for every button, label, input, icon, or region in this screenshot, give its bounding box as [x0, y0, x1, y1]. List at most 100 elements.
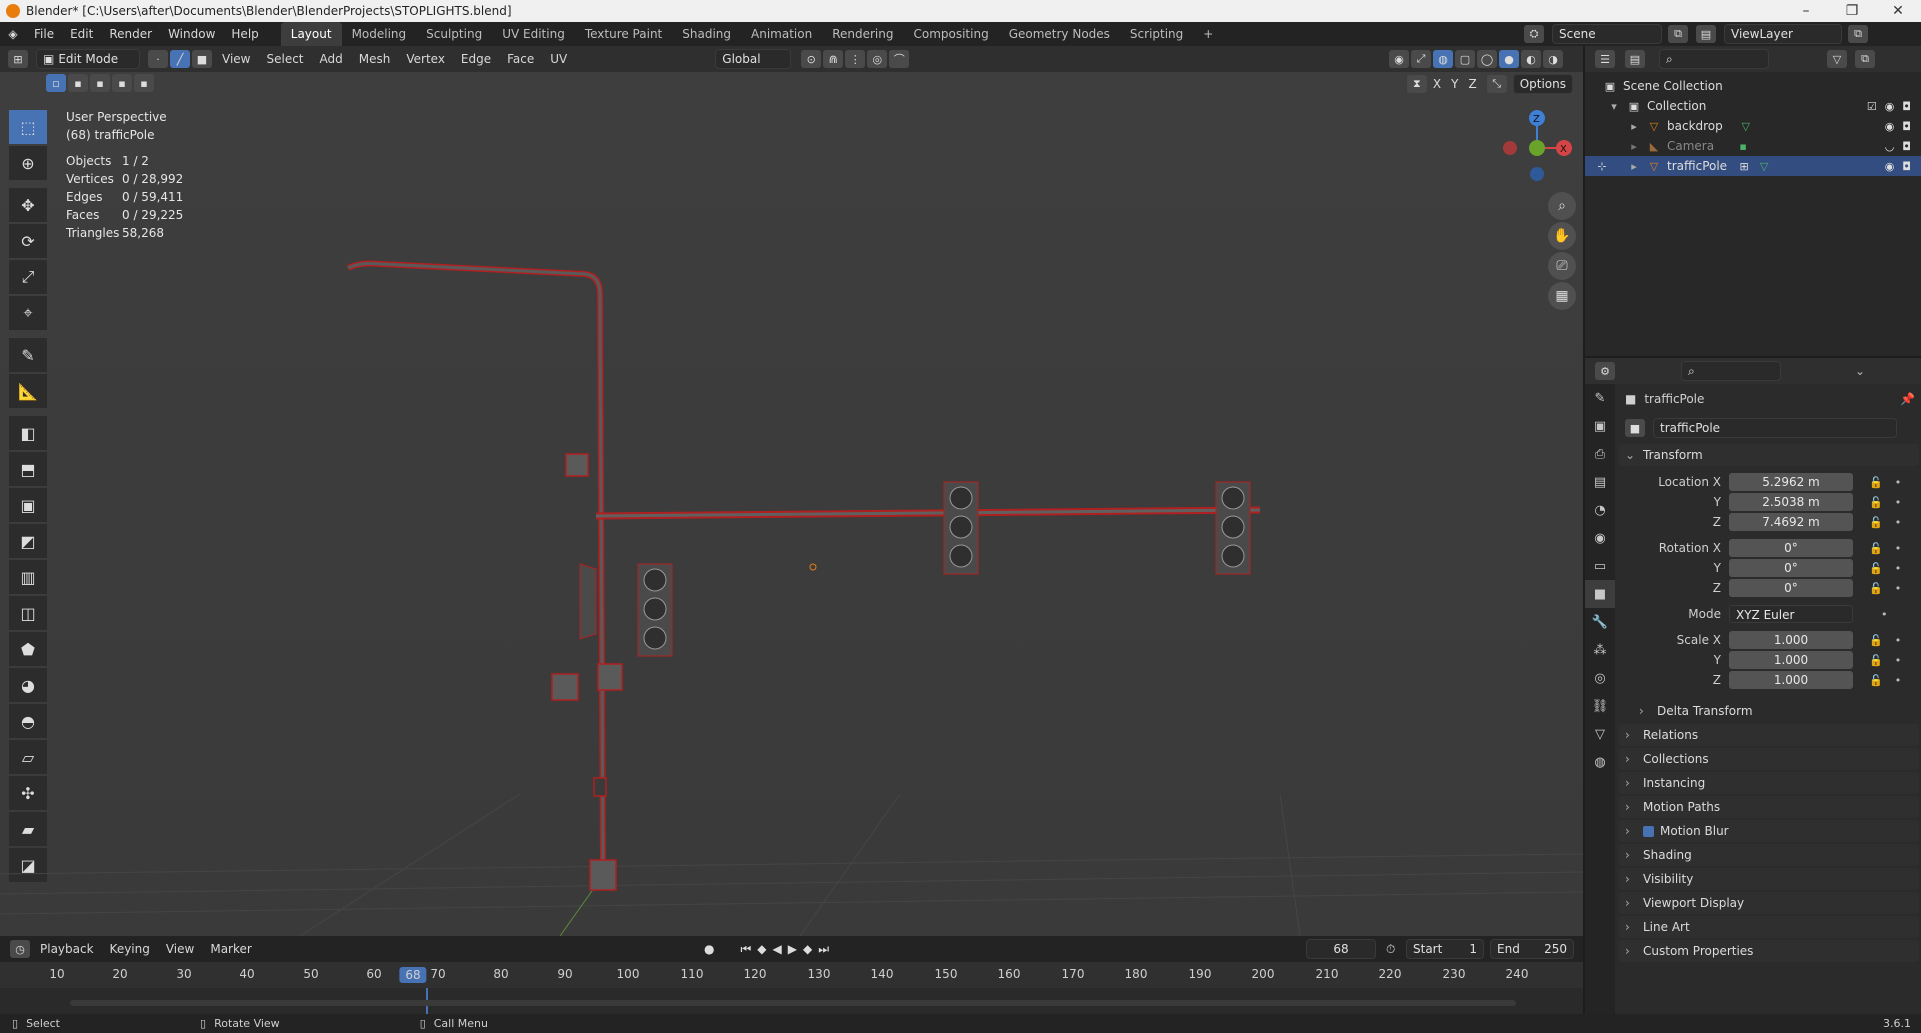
select-intersect-icon[interactable]: ▪	[134, 74, 154, 92]
location-y-field[interactable]: 2.5038 m	[1729, 493, 1853, 511]
menu-mesh[interactable]: Mesh	[351, 52, 399, 66]
modifier-tab-icon[interactable]: 🔧	[1585, 608, 1615, 636]
instancing-panel-header[interactable]: › Instancing	[1619, 772, 1919, 794]
properties-editor-type-icon[interactable]: ⚙	[1595, 362, 1615, 380]
marker-menu[interactable]: Marker	[202, 942, 259, 956]
keyframe-dot-icon[interactable]: •	[1895, 674, 1902, 687]
close-window-button[interactable]: ✕	[1875, 0, 1921, 22]
visibility-panel-header[interactable]: › Visibility	[1619, 868, 1919, 890]
collections-panel-header[interactable]: › Collections	[1619, 748, 1919, 770]
visibility-icon[interactable]: ◉	[1389, 50, 1409, 68]
particles-tab-icon[interactable]: ⁂	[1585, 636, 1615, 664]
keyframe-dot-icon[interactable]: •	[1895, 496, 1902, 509]
minimize-button[interactable]: –	[1783, 0, 1829, 22]
custom-properties-panel-header[interactable]: › Custom Properties	[1619, 940, 1919, 962]
menu-select[interactable]: Select	[258, 52, 311, 66]
tab-modeling[interactable]: Modeling	[342, 22, 417, 46]
select-subtract-icon[interactable]: ▪	[90, 74, 110, 92]
scale-y-field[interactable]: 1.000	[1729, 651, 1853, 669]
auto-keying-icon[interactable]: ●	[704, 942, 714, 956]
snap-target-icon[interactable]: ⋮	[845, 50, 866, 68]
auto-merge-icon[interactable]: ⤡	[1486, 75, 1507, 93]
object-browse-icon[interactable]: ■	[1625, 419, 1645, 437]
mode-selector[interactable]: ▣ Edit Mode	[36, 49, 140, 69]
preview-range-icon[interactable]: ⏱	[1386, 942, 1395, 957]
collection-tab-icon[interactable]: ▭	[1585, 552, 1615, 580]
lock-icon[interactable]: 🔓	[1869, 562, 1883, 575]
menu-add[interactable]: Add	[312, 52, 351, 66]
camera-view-icon[interactable]: ⎚	[1548, 252, 1576, 280]
line-art-panel-header[interactable]: › Line Art	[1619, 916, 1919, 938]
scale-x-field[interactable]: 1.000	[1729, 631, 1853, 649]
tab-sculpting[interactable]: Sculpting	[416, 22, 492, 46]
render-camera-icon[interactable]: ◘	[1902, 140, 1911, 153]
expand-arrow-icon[interactable]: ▸	[1627, 159, 1641, 173]
rotation-mode-dropdown[interactable]: XYZ Euler	[1729, 605, 1853, 623]
filter-icon[interactable]: ▽	[1827, 50, 1847, 68]
timeline-editor-type-icon[interactable]: ◷	[10, 940, 30, 958]
expand-arrow-icon[interactable]: ▸	[1627, 119, 1641, 133]
tab-layout[interactable]: Layout	[280, 22, 342, 46]
properties-options-icon[interactable]: ⌄	[1855, 364, 1865, 378]
timeline-scrollbar[interactable]	[70, 1000, 1516, 1006]
scene-icon[interactable]: ⛭	[1524, 25, 1544, 43]
outliner[interactable]: ☰ ▤ ⌕ ▽ ⧉ ▣ Scene Collection ▾ ▣ Collect…	[1585, 46, 1921, 356]
tab-scripting[interactable]: Scripting	[1120, 22, 1193, 46]
select-new-icon[interactable]: ▫	[46, 74, 66, 92]
render-tab-icon[interactable]: ▣	[1585, 412, 1615, 440]
scale-z-field[interactable]: 1.000	[1729, 671, 1853, 689]
overlays-icon[interactable]: ◍	[1433, 50, 1453, 68]
render-camera-icon[interactable]: ◘	[1902, 100, 1911, 113]
keyframe-dot-icon[interactable]: •	[1895, 582, 1902, 595]
zoom-icon[interactable]: ⌕	[1548, 192, 1576, 220]
3d-viewport[interactable]: ⊞ ▣ Edit Mode · ╱ ■ View Select Add Mesh…	[0, 46, 1583, 936]
neg-z-axis-icon[interactable]	[1530, 167, 1544, 181]
playhead-frame-marker[interactable]: 68	[399, 967, 427, 983]
mirror-z[interactable]: Z	[1468, 77, 1476, 91]
menu-edit[interactable]: Edit	[62, 22, 101, 46]
menu-view[interactable]: View	[214, 52, 258, 66]
delta-transform-subpanel[interactable]: › Delta Transform	[1619, 700, 1919, 722]
properties-search-input[interactable]: ⌕	[1681, 361, 1781, 381]
outliner-editor-type-icon[interactable]: ☰	[1595, 50, 1615, 68]
lock-icon[interactable]: 🔓	[1869, 674, 1883, 687]
pin-icon[interactable]: 📌	[1900, 392, 1915, 406]
viewport-display-panel-header[interactable]: › Viewport Display	[1619, 892, 1919, 914]
material-shading-icon[interactable]: ◐	[1521, 50, 1541, 68]
physics-tab-icon[interactable]: ◎	[1585, 664, 1615, 692]
keyframe-dot-icon[interactable]: •	[1895, 476, 1902, 489]
tab-uv-editing[interactable]: UV Editing	[492, 22, 575, 46]
jump-start-icon[interactable]: ⏮	[740, 942, 751, 957]
transform-panel-header[interactable]: ⌄ Transform	[1619, 444, 1919, 466]
timeline-view-menu[interactable]: View	[158, 942, 202, 956]
hide-eye-icon[interactable]: ◉	[1885, 160, 1895, 173]
frame-end-field[interactable]: End 250	[1490, 939, 1574, 959]
view-layer-icon[interactable]: ▤	[1696, 25, 1716, 43]
y-axis-icon[interactable]	[1529, 140, 1545, 156]
menu-edge[interactable]: Edge	[453, 52, 499, 66]
ortho-grid-icon[interactable]: ▦	[1548, 282, 1576, 310]
keyframe-dot-icon[interactable]: •	[1881, 608, 1888, 621]
menu-face[interactable]: Face	[499, 52, 542, 66]
hidden-eye-icon[interactable]: ◡	[1885, 140, 1895, 153]
solid-shading-icon[interactable]: ●	[1499, 50, 1519, 68]
jump-keyframe-back-icon[interactable]: ◆	[757, 942, 766, 956]
tool-tab-icon[interactable]: ✎	[1585, 384, 1615, 412]
wireframe-shading-icon[interactable]: ◯	[1477, 50, 1497, 68]
outliner-item-camera[interactable]: ▸ ◣ Camera ▪ ◡ ◘	[1585, 136, 1921, 156]
edge-select-icon[interactable]: ╱	[170, 50, 190, 68]
lock-icon[interactable]: 🔓	[1869, 542, 1883, 555]
menu-help[interactable]: Help	[223, 22, 266, 46]
edit-mode-toggle-icon[interactable]: ⊹	[1595, 159, 1609, 173]
new-collection-icon[interactable]: ⧉	[1855, 50, 1875, 68]
mirror-x[interactable]: X	[1433, 77, 1441, 91]
lock-icon[interactable]: 🔓	[1869, 582, 1883, 595]
outliner-search-input[interactable]: ⌕	[1659, 49, 1769, 69]
xray-icon[interactable]: ▢	[1455, 50, 1475, 68]
expand-arrow-icon[interactable]: ▾	[1607, 99, 1621, 113]
proportional-edit-icon[interactable]: ◎	[867, 50, 888, 68]
object-name-field[interactable]: trafficPole	[1653, 418, 1897, 438]
keyframe-dot-icon[interactable]: •	[1895, 516, 1902, 529]
keyframe-dot-icon[interactable]: •	[1895, 562, 1902, 575]
keyframe-dot-icon[interactable]: •	[1895, 542, 1902, 555]
